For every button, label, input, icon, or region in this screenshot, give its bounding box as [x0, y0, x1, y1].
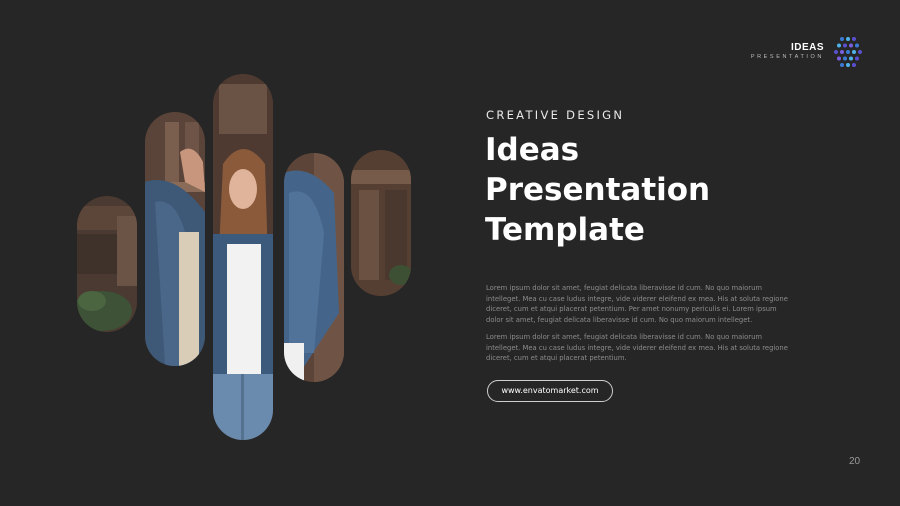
logo-title: IDEAS [790, 42, 824, 53]
logo-dot [840, 63, 844, 67]
logo-dot [843, 43, 847, 48]
photo-pill-2 [145, 112, 205, 366]
page-number: 20 [849, 456, 861, 467]
logo-dot [855, 56, 859, 61]
slide-title: Ideas Presentation Template [485, 130, 710, 250]
body-paragraph-1: Lorem ipsum dolor sit amet, feugiat deli… [486, 284, 788, 324]
website-link-button[interactable]: www.envatomarket.com [487, 380, 613, 402]
photo-pill-4 [284, 153, 344, 382]
logo-dot [855, 43, 859, 48]
logo-dot [837, 56, 841, 61]
logo-subtitle: PRESENTATION [750, 54, 824, 60]
logo-dot [837, 43, 841, 48]
logo-dot [858, 50, 862, 54]
slide: IDEAS PRESENTATION CREATIVE DESIGN Ideas… [0, 0, 900, 506]
logo-dot [849, 56, 853, 61]
logo-dot [852, 63, 856, 67]
logo-dot [834, 50, 838, 54]
logo-dot [846, 50, 850, 54]
dots-logo-icon [834, 37, 862, 67]
logo-dot [843, 56, 847, 61]
logo-dot [852, 37, 856, 41]
brand-logo: IDEAS PRESENTATION [750, 34, 865, 70]
photo-pill-3 [213, 74, 273, 440]
logo-dot [852, 50, 856, 54]
title-line-3: Template [485, 212, 645, 248]
logo-dot [846, 63, 850, 67]
photo-pill-1 [77, 196, 137, 332]
logo-dot [840, 37, 844, 41]
logo-dot [840, 50, 844, 54]
body-paragraph-2: Lorem ipsum dolor sit amet, feugiat deli… [486, 333, 788, 362]
title-line-1: Ideas [485, 132, 580, 168]
logo-dot [846, 37, 850, 41]
logo-dot [849, 43, 853, 48]
photo-pill-5 [351, 150, 411, 296]
title-line-2: Presentation [485, 172, 711, 208]
eyebrow-label: CREATIVE DESIGN [486, 108, 625, 122]
